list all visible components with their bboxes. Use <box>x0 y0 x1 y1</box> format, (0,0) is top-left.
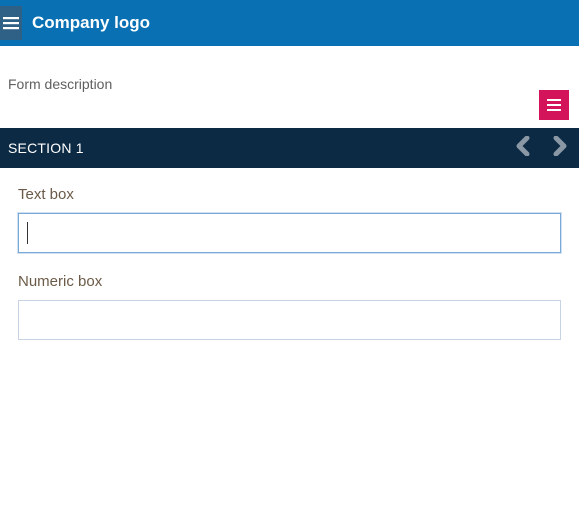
form-actions-button[interactable] <box>539 90 569 120</box>
chevron-right-icon <box>551 136 569 161</box>
textbox-input[interactable] <box>18 213 561 253</box>
section-title: SECTION 1 <box>8 140 84 156</box>
textbox-wrapper <box>18 213 561 273</box>
prev-section-button[interactable] <box>515 136 533 161</box>
section-nav <box>515 136 569 161</box>
company-logo: Company logo <box>32 13 150 33</box>
section-header: SECTION 1 <box>0 128 579 168</box>
form-description: Form description <box>8 76 571 92</box>
textbox-label: Text box <box>18 186 561 203</box>
form-body: Text box Numeric box <box>0 168 579 360</box>
chevron-left-icon <box>515 136 533 161</box>
numeric-label: Numeric box <box>18 273 561 290</box>
main-menu-button[interactable] <box>0 6 22 40</box>
hamburger-icon <box>3 16 19 30</box>
list-icon <box>546 98 562 112</box>
numeric-input[interactable] <box>18 300 561 340</box>
next-section-button[interactable] <box>551 136 569 161</box>
form-description-area: Form description <box>0 46 579 118</box>
top-bar: Company logo <box>0 0 579 46</box>
